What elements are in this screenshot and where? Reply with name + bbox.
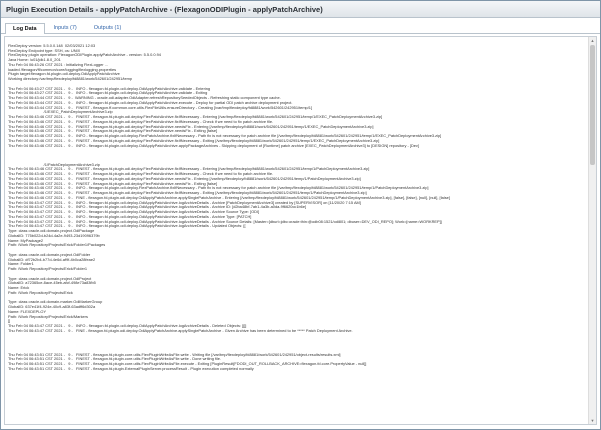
log-line: Thu Feb 04 06:43:51 CST 2021 - 9 - FINES…	[8, 365, 254, 371]
log-panel[interactable]: FlexDeploy version: 5.5.0.0.148 02/03/20…	[4, 36, 597, 425]
plugin-execution-details-window: Plugin Execution Details - applyPatchArc…	[0, 0, 601, 430]
scroll-down-icon[interactable]: ▼	[589, 417, 596, 424]
log-text: FlexDeploy version: 5.5.0.0.148 02/03/20…	[5, 37, 596, 372]
window-title: Plugin Execution Details - applyPatchArc…	[6, 4, 323, 14]
tab-inputs[interactable]: Inputs (7)	[46, 22, 85, 33]
tab-bar: Log Data Inputs (7) Outputs (1)	[1, 20, 600, 34]
tab-outputs[interactable]: Outputs (1)	[86, 22, 130, 33]
tab-log-data[interactable]: Log Data	[5, 23, 45, 34]
scroll-up-icon[interactable]: ▲	[589, 37, 596, 44]
vertical-scrollbar[interactable]: ▲ ▼	[588, 37, 596, 424]
title-bar: Plugin Execution Details - applyPatchArc…	[1, 1, 600, 18]
scrollbar-thumb[interactable]	[590, 45, 595, 165]
